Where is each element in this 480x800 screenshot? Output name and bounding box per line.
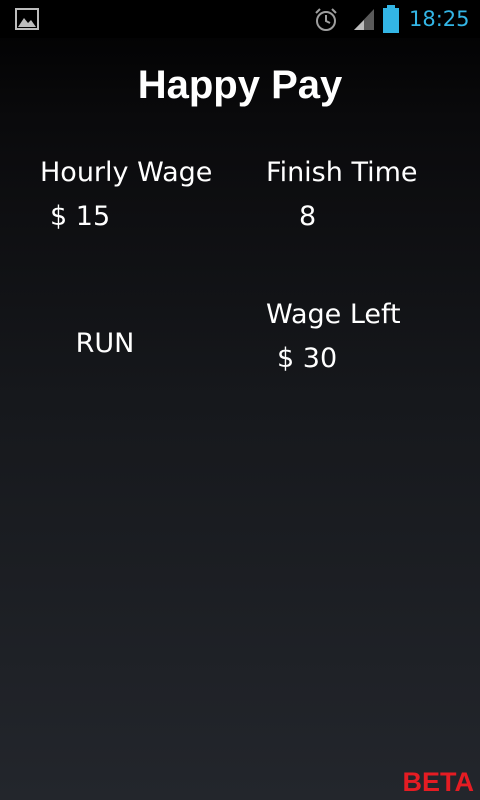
finish-time-value[interactable]: 8 [299, 200, 316, 234]
status-clock: 18:25 [409, 7, 470, 31]
hourly-wage-value[interactable]: $ 15 [50, 200, 110, 234]
status-bar: 18:25 [0, 0, 480, 38]
gallery-icon [15, 8, 39, 30]
hourly-wage-label: Hourly Wage [40, 157, 213, 188]
beta-label: BETA [402, 767, 475, 797]
signal-icon [354, 9, 374, 30]
run-button[interactable]: RUN [60, 322, 150, 366]
finish-time-label: Finish Time [266, 157, 418, 188]
wage-left-label: Wage Left [266, 299, 401, 330]
app-title: Happy Pay [137, 63, 343, 107]
wage-left-value: $ 30 [277, 343, 338, 374]
battery-icon [383, 5, 399, 33]
alarm-icon [315, 8, 337, 31]
